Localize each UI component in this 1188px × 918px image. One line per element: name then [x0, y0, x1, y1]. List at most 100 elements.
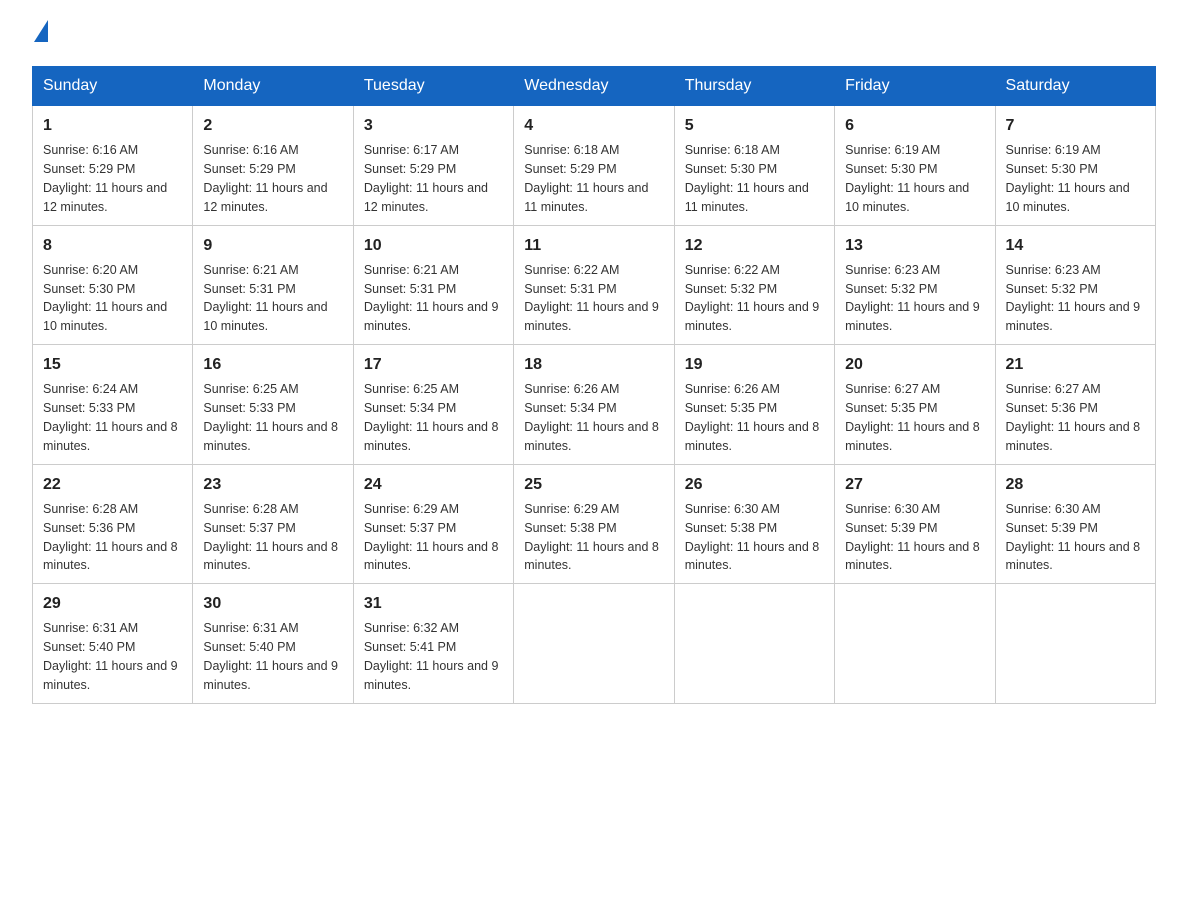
- day-info: Sunrise: 6:31 AMSunset: 5:40 PMDaylight:…: [43, 621, 178, 692]
- day-info: Sunrise: 6:23 AMSunset: 5:32 PMDaylight:…: [845, 263, 980, 334]
- day-info: Sunrise: 6:32 AMSunset: 5:41 PMDaylight:…: [364, 621, 499, 692]
- logo: [32, 24, 48, 46]
- day-cell: 4 Sunrise: 6:18 AMSunset: 5:29 PMDaylight…: [514, 106, 674, 226]
- day-number: 6: [845, 114, 984, 137]
- day-number: 4: [524, 114, 663, 137]
- day-cell: 18 Sunrise: 6:26 AMSunset: 5:34 PMDayligh…: [514, 345, 674, 465]
- day-number: 20: [845, 353, 984, 376]
- day-number: 21: [1006, 353, 1145, 376]
- day-cell: 8 Sunrise: 6:20 AMSunset: 5:30 PMDaylight…: [33, 225, 193, 345]
- day-info: Sunrise: 6:27 AMSunset: 5:36 PMDaylight:…: [1006, 382, 1141, 453]
- day-cell: 1 Sunrise: 6:16 AMSunset: 5:29 PMDaylight…: [33, 106, 193, 226]
- day-info: Sunrise: 6:26 AMSunset: 5:34 PMDaylight:…: [524, 382, 659, 453]
- day-number: 22: [43, 473, 182, 496]
- day-number: 3: [364, 114, 503, 137]
- day-cell: 6 Sunrise: 6:19 AMSunset: 5:30 PMDaylight…: [835, 106, 995, 226]
- day-info: Sunrise: 6:18 AMSunset: 5:29 PMDaylight:…: [524, 143, 648, 214]
- day-cell: 11Sunrise: 6:22 AMSunset: 5:31 PMDayligh…: [514, 225, 674, 345]
- day-cell: 24 Sunrise: 6:29 AMSunset: 5:37 PMDayligh…: [353, 464, 513, 584]
- day-info: Sunrise: 6:30 AMSunset: 5:38 PMDaylight:…: [685, 502, 820, 573]
- day-number: 16: [203, 353, 342, 376]
- day-cell: 22 Sunrise: 6:28 AMSunset: 5:36 PMDayligh…: [33, 464, 193, 584]
- day-cell: 3 Sunrise: 6:17 AMSunset: 5:29 PMDaylight…: [353, 106, 513, 226]
- day-info: Sunrise: 6:26 AMSunset: 5:35 PMDaylight:…: [685, 382, 820, 453]
- day-cell: 26 Sunrise: 6:30 AMSunset: 5:38 PMDayligh…: [674, 464, 834, 584]
- day-cell: 2 Sunrise: 6:16 AMSunset: 5:29 PMDaylight…: [193, 106, 353, 226]
- day-cell: 12 Sunrise: 6:22 AMSunset: 5:32 PMDayligh…: [674, 225, 834, 345]
- day-number: 30: [203, 592, 342, 615]
- week-row-2: 8 Sunrise: 6:20 AMSunset: 5:30 PMDaylight…: [33, 225, 1156, 345]
- day-info: Sunrise: 6:25 AMSunset: 5:34 PMDaylight:…: [364, 382, 499, 453]
- day-info: Sunrise: 6:16 AMSunset: 5:29 PMDaylight:…: [43, 143, 167, 214]
- day-number: 27: [845, 473, 984, 496]
- day-number: 23: [203, 473, 342, 496]
- day-number: 24: [364, 473, 503, 496]
- day-cell: 19 Sunrise: 6:26 AMSunset: 5:35 PMDayligh…: [674, 345, 834, 465]
- day-cell: 5 Sunrise: 6:18 AMSunset: 5:30 PMDaylight…: [674, 106, 834, 226]
- day-number: 8: [43, 234, 182, 257]
- day-info: Sunrise: 6:20 AMSunset: 5:30 PMDaylight:…: [43, 263, 167, 334]
- week-row-5: 29 Sunrise: 6:31 AMSunset: 5:40 PMDayligh…: [33, 584, 1156, 704]
- day-info: Sunrise: 6:29 AMSunset: 5:37 PMDaylight:…: [364, 502, 499, 573]
- day-cell: 10Sunrise: 6:21 AMSunset: 5:31 PMDayligh…: [353, 225, 513, 345]
- day-number: 2: [203, 114, 342, 137]
- header-wednesday: Wednesday: [514, 67, 674, 106]
- logo-triangle-icon: [34, 20, 48, 42]
- day-cell: 31 Sunrise: 6:32 AMSunset: 5:41 PMDayligh…: [353, 584, 513, 704]
- day-cell: [514, 584, 674, 704]
- day-number: 13: [845, 234, 984, 257]
- page-header: [32, 24, 1156, 46]
- day-number: 25: [524, 473, 663, 496]
- day-cell: [835, 584, 995, 704]
- day-number: 29: [43, 592, 182, 615]
- day-cell: 21 Sunrise: 6:27 AMSunset: 5:36 PMDayligh…: [995, 345, 1155, 465]
- day-info: Sunrise: 6:17 AMSunset: 5:29 PMDaylight:…: [364, 143, 488, 214]
- day-cell: 13 Sunrise: 6:23 AMSunset: 5:32 PMDayligh…: [835, 225, 995, 345]
- day-info: Sunrise: 6:19 AMSunset: 5:30 PMDaylight:…: [1006, 143, 1130, 214]
- day-cell: 17Sunrise: 6:25 AMSunset: 5:34 PMDayligh…: [353, 345, 513, 465]
- day-cell: 9Sunrise: 6:21 AMSunset: 5:31 PMDaylight…: [193, 225, 353, 345]
- header-row: SundayMondayTuesdayWednesdayThursdayFrid…: [33, 67, 1156, 106]
- header-friday: Friday: [835, 67, 995, 106]
- day-cell: 14Sunrise: 6:23 AMSunset: 5:32 PMDayligh…: [995, 225, 1155, 345]
- day-cell: 15Sunrise: 6:24 AMSunset: 5:33 PMDayligh…: [33, 345, 193, 465]
- day-number: 12: [685, 234, 824, 257]
- day-info: Sunrise: 6:25 AMSunset: 5:33 PMDaylight:…: [203, 382, 338, 453]
- day-info: Sunrise: 6:23 AMSunset: 5:32 PMDaylight:…: [1006, 263, 1141, 334]
- day-cell: 25Sunrise: 6:29 AMSunset: 5:38 PMDayligh…: [514, 464, 674, 584]
- day-cell: 7 Sunrise: 6:19 AMSunset: 5:30 PMDaylight…: [995, 106, 1155, 226]
- header-sunday: Sunday: [33, 67, 193, 106]
- day-info: Sunrise: 6:27 AMSunset: 5:35 PMDaylight:…: [845, 382, 980, 453]
- header-thursday: Thursday: [674, 67, 834, 106]
- day-cell: 27 Sunrise: 6:30 AMSunset: 5:39 PMDayligh…: [835, 464, 995, 584]
- day-number: 26: [685, 473, 824, 496]
- day-cell: 20 Sunrise: 6:27 AMSunset: 5:35 PMDayligh…: [835, 345, 995, 465]
- day-info: Sunrise: 6:30 AMSunset: 5:39 PMDaylight:…: [845, 502, 980, 573]
- day-info: Sunrise: 6:31 AMSunset: 5:40 PMDaylight:…: [203, 621, 338, 692]
- day-number: 18: [524, 353, 663, 376]
- day-number: 5: [685, 114, 824, 137]
- day-info: Sunrise: 6:28 AMSunset: 5:36 PMDaylight:…: [43, 502, 178, 573]
- day-cell: 29 Sunrise: 6:31 AMSunset: 5:40 PMDayligh…: [33, 584, 193, 704]
- day-cell: [674, 584, 834, 704]
- day-number: 1: [43, 114, 182, 137]
- day-cell: 28Sunrise: 6:30 AMSunset: 5:39 PMDayligh…: [995, 464, 1155, 584]
- day-number: 19: [685, 353, 824, 376]
- week-row-3: 15Sunrise: 6:24 AMSunset: 5:33 PMDayligh…: [33, 345, 1156, 465]
- day-info: Sunrise: 6:18 AMSunset: 5:30 PMDaylight:…: [685, 143, 809, 214]
- day-number: 7: [1006, 114, 1145, 137]
- header-tuesday: Tuesday: [353, 67, 513, 106]
- week-row-4: 22 Sunrise: 6:28 AMSunset: 5:36 PMDayligh…: [33, 464, 1156, 584]
- header-monday: Monday: [193, 67, 353, 106]
- week-row-1: 1 Sunrise: 6:16 AMSunset: 5:29 PMDaylight…: [33, 106, 1156, 226]
- day-cell: 16 Sunrise: 6:25 AMSunset: 5:33 PMDayligh…: [193, 345, 353, 465]
- day-info: Sunrise: 6:19 AMSunset: 5:30 PMDaylight:…: [845, 143, 969, 214]
- day-info: Sunrise: 6:16 AMSunset: 5:29 PMDaylight:…: [203, 143, 327, 214]
- day-info: Sunrise: 6:22 AMSunset: 5:32 PMDaylight:…: [685, 263, 820, 334]
- day-info: Sunrise: 6:21 AMSunset: 5:31 PMDaylight:…: [203, 263, 327, 334]
- day-cell: 23Sunrise: 6:28 AMSunset: 5:37 PMDayligh…: [193, 464, 353, 584]
- day-info: Sunrise: 6:30 AMSunset: 5:39 PMDaylight:…: [1006, 502, 1141, 573]
- header-saturday: Saturday: [995, 67, 1155, 106]
- day-info: Sunrise: 6:21 AMSunset: 5:31 PMDaylight:…: [364, 263, 499, 334]
- day-number: 31: [364, 592, 503, 615]
